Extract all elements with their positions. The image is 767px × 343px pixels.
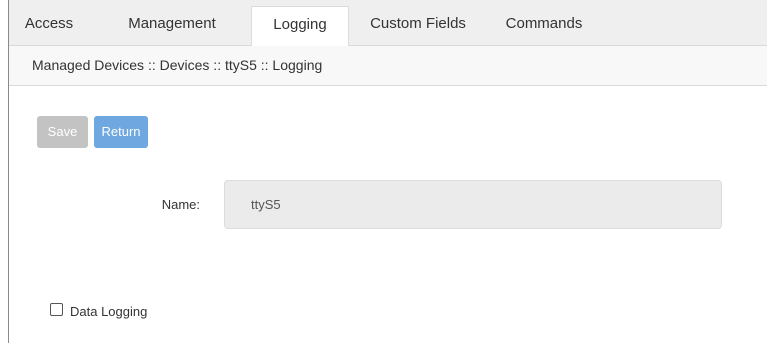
name-field-value: ttyS5 xyxy=(251,197,281,212)
data-logging-label[interactable]: Data Logging xyxy=(70,304,147,319)
save-button[interactable]: Save xyxy=(37,116,88,148)
tab-logging[interactable]: Logging xyxy=(251,6,349,47)
tab-custom-fields[interactable]: Custom Fields xyxy=(359,6,477,46)
tab-commands[interactable]: Commands xyxy=(489,6,599,46)
tab-bar: Access Management Logging Custom Fields … xyxy=(9,0,767,47)
breadcrumb: Managed Devices :: Devices :: ttyS5 :: L… xyxy=(32,57,323,73)
data-logging-row: Data Logging xyxy=(50,300,147,319)
return-button[interactable]: Return xyxy=(94,116,148,148)
data-logging-checkbox[interactable] xyxy=(50,302,63,316)
device-logging-page: Access Management Logging Custom Fields … xyxy=(0,0,767,343)
name-field[interactable]: ttyS5 xyxy=(224,180,722,229)
name-label: Name: xyxy=(161,197,200,212)
breadcrumb-bar: Managed Devices :: Devices :: ttyS5 :: L… xyxy=(9,46,767,86)
tab-management[interactable]: Management xyxy=(103,6,241,46)
tab-access[interactable]: Access xyxy=(9,6,89,46)
